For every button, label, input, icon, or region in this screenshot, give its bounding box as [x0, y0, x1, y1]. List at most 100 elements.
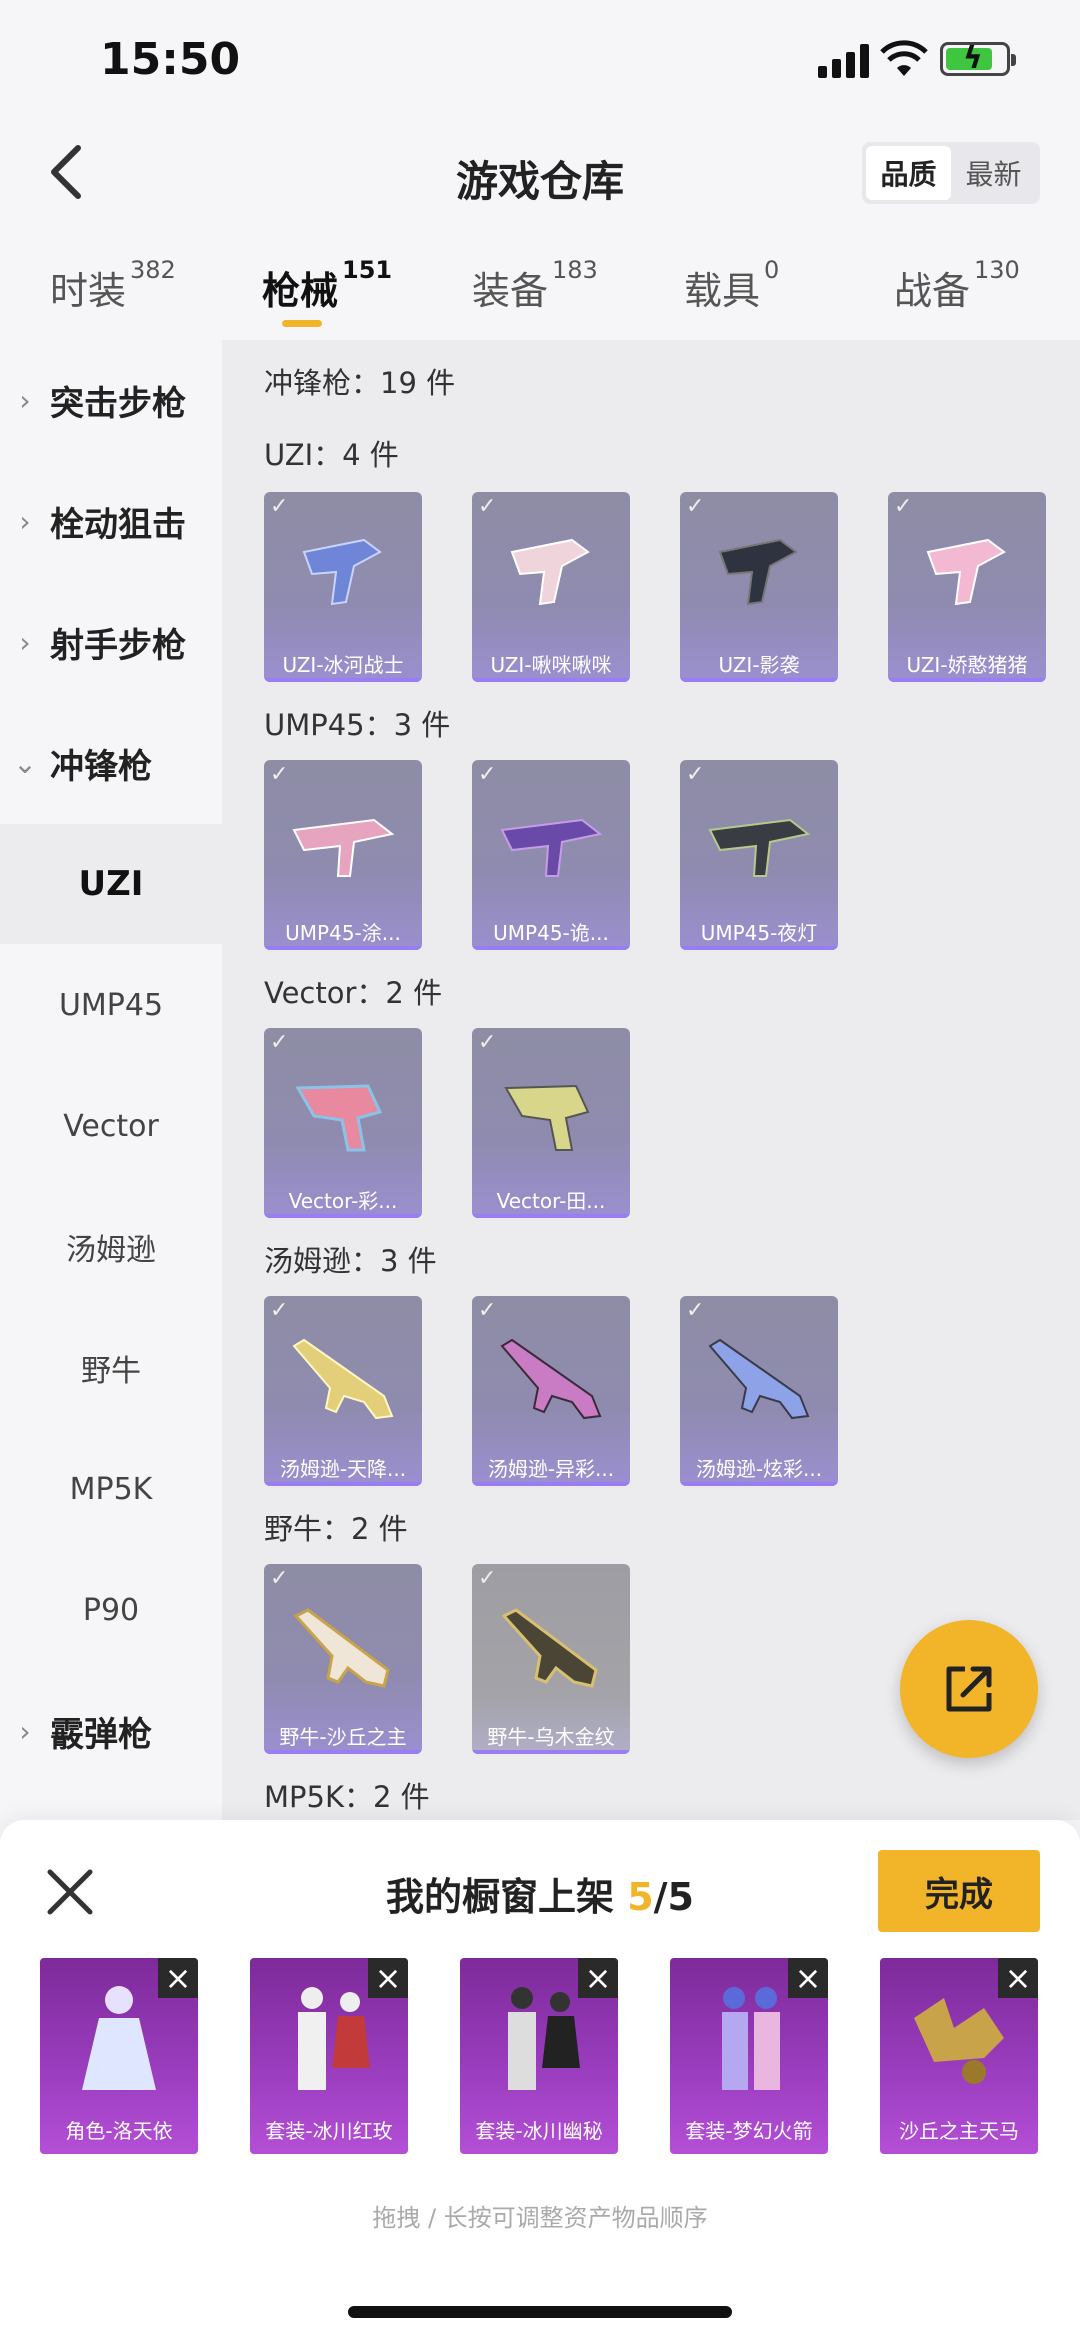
gun-skin-image — [292, 818, 395, 877]
sidebar-item-uzi[interactable]: UZI — [0, 824, 222, 944]
item-card[interactable]: ✓ UZI-娇憨猪猪 — [888, 492, 1046, 682]
chevron-down-icon: ⌄ — [13, 746, 37, 780]
item-caption: UMP45-涂... — [285, 921, 401, 945]
item-card[interactable]: ✓ UMP45-诡... — [472, 760, 630, 950]
chevron-right-icon: › — [19, 625, 31, 659]
shelf-item[interactable]: × 套装-梦幻火箭 — [670, 1958, 828, 2154]
tab-label: 战备 — [894, 269, 971, 313]
shelf-item-caption: 套装-梦幻火箭 — [685, 2119, 813, 2143]
sidebar-item-bizon[interactable]: 野牛 — [0, 1308, 222, 1428]
item-card[interactable]: ✓ 汤姆逊-天降... — [264, 1296, 422, 1486]
item-caption: 野牛-沙丘之主 — [279, 1725, 407, 1749]
shelf-item-caption: 套装-冰川红玫 — [265, 2119, 393, 2143]
sort-newest-button[interactable]: 最新 — [951, 146, 1036, 200]
sidebar-item-thompson[interactable]: 汤姆逊 — [0, 1187, 222, 1307]
remove-icon[interactable]: × — [998, 1958, 1038, 1998]
shelf-item[interactable]: × 角色-洛天依 — [40, 1958, 198, 2154]
check-icon: ✓ — [478, 762, 497, 787]
check-icon: ✓ — [270, 762, 289, 787]
sidebar-item-ump45[interactable]: UMP45 — [0, 945, 222, 1065]
gun-skin-image — [708, 1338, 810, 1420]
sidebar-group-smg[interactable]: ⌄ 冲锋枪 — [0, 703, 222, 823]
item-card[interactable]: ✓ UMP45-涂... — [264, 760, 422, 950]
item-caption: Vector-田... — [496, 1189, 606, 1213]
tab-label: 装备 — [472, 269, 549, 313]
sidebar-item-mp5k[interactable]: MP5K — [0, 1429, 222, 1549]
tab-vehicles[interactable]: 载具 0 — [684, 256, 779, 315]
item-caption: 野牛-乌木金纹 — [487, 1725, 615, 1749]
showcase-panel: 我的橱窗上架 5/5 完成 × 角色-洛天依 × 套装-冰川红玫 × 套装-冰川… — [0, 1820, 1080, 2337]
item-caption: UZI-冰河战士 — [282, 653, 404, 677]
item-card[interactable]: ✓ Vector-彩... — [264, 1028, 422, 1218]
remove-icon[interactable]: × — [788, 1958, 828, 1998]
item-card[interactable]: ✓ UZI-影袭 — [680, 492, 838, 682]
section-title-thompson: 汤姆逊：3 件 — [264, 1244, 437, 1278]
shelf-item-caption: 角色-洛天依 — [65, 2119, 173, 2143]
shelf-item[interactable]: × 沙丘之主天马 — [880, 1958, 1038, 2154]
chevron-right-icon: › — [19, 383, 31, 417]
item-list[interactable]: 冲锋枪：19 件 UZI：4 件 ✓ UZI-冰河战士 ✓ UZI-啾咪啾咪 ✓… — [222, 340, 1080, 1820]
item-caption: UZI-娇憨猪猪 — [906, 653, 1028, 677]
sidebar-group-bolt-sniper[interactable]: › 栓动狙击 — [0, 461, 222, 581]
sidebar-group-label: 栓动狙击 — [50, 504, 186, 545]
tab-guns[interactable]: 枪械 151 — [262, 256, 392, 315]
sidebar-group-label: 霰弹枪 — [50, 1714, 152, 1755]
sidebar-group-assault-rifle[interactable]: › 突击步枪 — [0, 340, 222, 460]
remove-icon[interactable]: × — [368, 1958, 408, 1998]
header: 游戏仓库 品质 最新 — [0, 120, 1080, 230]
check-icon: ✓ — [478, 1298, 497, 1323]
item-card[interactable]: ✓ UZI-冰河战士 — [264, 492, 422, 682]
item-card[interactable]: ✓ 汤姆逊-炫彩... — [680, 1296, 838, 1486]
sidebar-item-p90[interactable]: P90 — [0, 1550, 222, 1670]
item-card[interactable]: ✓ Vector-田... — [472, 1028, 630, 1218]
sidebar-item-vector[interactable]: Vector — [0, 1066, 222, 1186]
panel-title-text: 我的橱窗上架 — [385, 1875, 628, 1919]
item-caption: UZI-影袭 — [718, 653, 800, 677]
shelf-item[interactable]: × 套装-冰川幽秘 — [460, 1958, 618, 2154]
sidebar-group-shotgun[interactable]: › 霰弹枪 — [0, 1671, 222, 1791]
check-icon: ✓ — [478, 1566, 497, 1591]
sort-toggle: 品质 最新 — [862, 142, 1040, 204]
gun-skin-image — [504, 1084, 590, 1151]
sidebar: › 突击步枪 › 栓动狙击 › 射手步枪 ⌄ 冲锋枪 UZI UMP45 Vector … — [0, 340, 222, 1820]
check-icon: ✓ — [894, 494, 913, 519]
check-icon: ✓ — [478, 1030, 497, 1055]
signal-icon — [818, 44, 870, 78]
chevron-right-icon: › — [19, 1714, 31, 1748]
remove-icon[interactable]: × — [158, 1958, 198, 1998]
section-title-mp5k: MP5K：2 件 — [264, 1780, 430, 1814]
item-caption: 汤姆逊-天降... — [279, 1457, 407, 1481]
item-card[interactable]: ✓ UZI-啾咪啾咪 — [472, 492, 630, 682]
tab-count: 183 — [552, 256, 598, 284]
section-title-ump45: UMP45：3 件 — [264, 708, 451, 742]
gun-skin-image — [500, 1338, 602, 1420]
active-tab-indicator — [282, 320, 322, 327]
gun-skin-image — [292, 1338, 394, 1420]
item-caption: Vector-彩... — [288, 1189, 398, 1213]
done-button[interactable]: 完成 — [878, 1850, 1040, 1932]
item-card[interactable]: ✓ 汤姆逊-异彩... — [472, 1296, 630, 1486]
tab-label: 枪械 — [262, 269, 339, 313]
item-card[interactable]: ✓ UMP45-夜灯 — [680, 760, 838, 950]
tab-label: 载具 — [684, 269, 761, 313]
shelf-item-caption: 沙丘之主天马 — [899, 2119, 1019, 2143]
item-card[interactable]: ✓ 野牛-沙丘之主 — [264, 1564, 422, 1754]
check-icon: ✓ — [686, 1298, 705, 1323]
check-icon: ✓ — [686, 494, 705, 519]
sidebar-group-marksman-rifle[interactable]: › 射手步枪 — [0, 582, 222, 702]
check-icon: ✓ — [270, 494, 289, 519]
tab-equipment[interactable]: 装备 183 — [472, 256, 598, 315]
battery-icon: ϟ — [940, 41, 1016, 76]
tab-fashion[interactable]: 时装 382 — [50, 256, 176, 315]
tab-battle-gear[interactable]: 战备 130 — [894, 256, 1020, 315]
section-title-vector: Vector：2 件 — [264, 976, 443, 1010]
shelf-item[interactable]: × 套装-冰川红玫 — [250, 1958, 408, 2154]
remove-icon[interactable]: × — [578, 1958, 618, 1998]
item-card[interactable]: ✓ 野牛-乌木金纹 — [472, 1564, 630, 1754]
section-title-bizon: 野牛：2 件 — [264, 1512, 408, 1546]
tab-label: 时装 — [50, 269, 127, 313]
share-button[interactable] — [900, 1620, 1038, 1758]
sort-quality-button[interactable]: 品质 — [866, 146, 951, 200]
tab-count: 130 — [974, 256, 1020, 284]
sidebar-group-label: 射手步枪 — [50, 625, 186, 666]
